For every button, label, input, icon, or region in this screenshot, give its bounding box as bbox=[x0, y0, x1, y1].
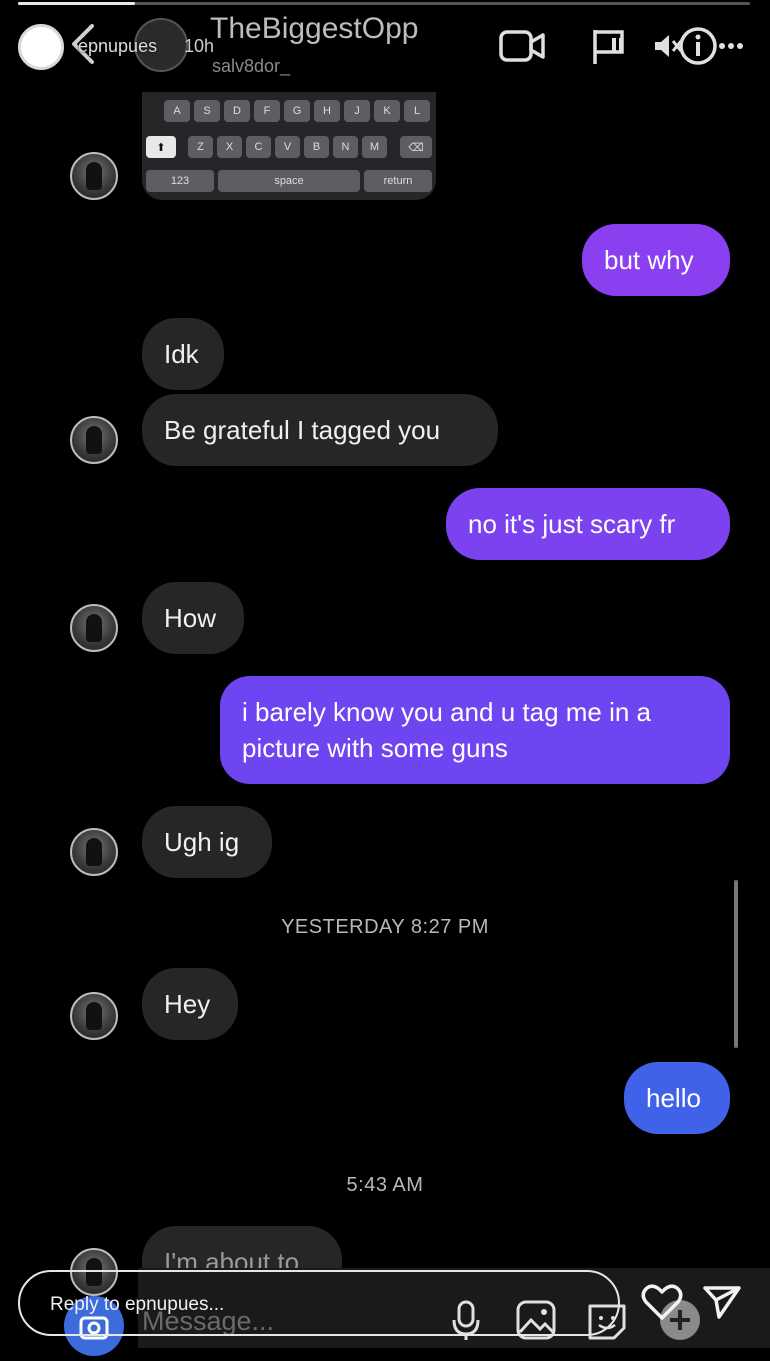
keyboard-key: M bbox=[362, 136, 387, 158]
send-icon[interactable] bbox=[702, 1284, 742, 1320]
space-key: space bbox=[218, 170, 360, 192]
story-username[interactable]: epnupues bbox=[78, 36, 157, 57]
contact-avatar[interactable] bbox=[70, 828, 118, 876]
keyboard-key: D bbox=[224, 100, 250, 122]
timestamp: 5:43 AM bbox=[346, 1174, 424, 1196]
scrollbar[interactable] bbox=[734, 880, 738, 1048]
keyboard-key: K bbox=[374, 100, 400, 122]
keyboard-key: J bbox=[344, 100, 370, 122]
story-user-avatar[interactable] bbox=[18, 24, 64, 70]
shift-key: ⬆ bbox=[146, 136, 176, 158]
incoming-message[interactable]: How bbox=[142, 582, 244, 654]
keyboard-screenshot: ⬆ ⌫ 123 space return ASDFGHJKL ZXCVBNM bbox=[142, 92, 436, 200]
video-call-icon[interactable] bbox=[498, 24, 548, 68]
keyboard-key: A bbox=[164, 100, 190, 122]
outgoing-message[interactable]: i barely know you and u tag me in a pict… bbox=[220, 676, 730, 784]
keyboard-key: G bbox=[284, 100, 310, 122]
keyboard-key: S bbox=[194, 100, 220, 122]
outgoing-message[interactable]: no it's just scary fr bbox=[446, 488, 730, 560]
incoming-message[interactable]: Hey bbox=[142, 968, 238, 1040]
timestamp: YESTERDAY 8:27 PM bbox=[281, 916, 489, 938]
story-reply-placeholder: Reply to epnupues... bbox=[50, 1294, 225, 1315]
return-key: return bbox=[364, 170, 432, 192]
keyboard-key: V bbox=[275, 136, 300, 158]
story-progress-fill bbox=[18, 2, 135, 5]
contact-avatar[interactable] bbox=[70, 604, 118, 652]
incoming-message[interactable]: Idk bbox=[142, 318, 224, 390]
info-icon[interactable] bbox=[676, 24, 720, 68]
contact-avatar[interactable] bbox=[70, 416, 118, 464]
outgoing-message[interactable]: but why bbox=[582, 224, 730, 296]
backspace-key: ⌫ bbox=[400, 136, 432, 158]
keyboard-key: C bbox=[246, 136, 271, 158]
keyboard-key: L bbox=[404, 100, 430, 122]
keyboard-key: X bbox=[217, 136, 242, 158]
dm-contact-name[interactable]: TheBiggestOpp bbox=[210, 12, 418, 46]
keyboard-key: N bbox=[333, 136, 358, 158]
incoming-message[interactable]: Ugh ig bbox=[142, 806, 272, 878]
contact-avatar[interactable] bbox=[70, 152, 118, 200]
more-icon[interactable] bbox=[718, 24, 744, 68]
keyboard-key: H bbox=[314, 100, 340, 122]
numbers-key: 123 bbox=[146, 170, 214, 192]
contact-avatar[interactable] bbox=[70, 992, 118, 1040]
heart-icon[interactable] bbox=[640, 1282, 684, 1322]
dm-contact-handle: salv8dor_ bbox=[212, 56, 291, 76]
flag-icon[interactable] bbox=[588, 24, 632, 68]
incoming-message[interactable]: Be grateful I tagged you bbox=[142, 394, 498, 466]
keyboard-key: F bbox=[254, 100, 280, 122]
keyboard-key: B bbox=[304, 136, 329, 158]
keyboard-key: Z bbox=[188, 136, 213, 158]
outgoing-message[interactable]: hello bbox=[624, 1062, 730, 1134]
